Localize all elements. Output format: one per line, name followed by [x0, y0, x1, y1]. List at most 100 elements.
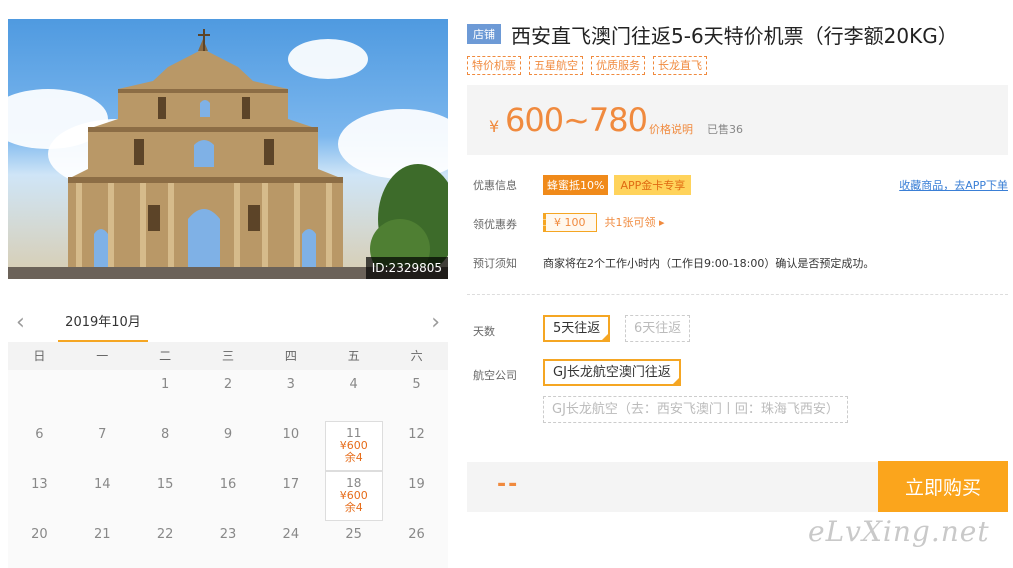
- calendar-day-number: 14: [93, 477, 111, 492]
- date-calendar: ‹ 2019年10月 › 日 一 二 三 四 五 六 1 2 3 4 5 6 7 8 9 10 11…: [8, 305, 448, 568]
- calendar-day-cell[interactable]: 21: [71, 520, 134, 568]
- notice-text: 商家将在2个工作小时内（工作日9:00-18:00）确认是否预定成功。: [543, 257, 875, 270]
- weekday-label: 四: [284, 349, 297, 363]
- weekday-label: 日: [33, 349, 46, 363]
- photo-id-badge: ID:2329805: [365, 257, 448, 279]
- airline-label: 航空公司: [473, 369, 517, 382]
- calendar-day-number: 1: [160, 377, 170, 392]
- calendar-day-number: 15: [156, 477, 174, 492]
- ruins-facade-illustration: [8, 29, 448, 279]
- info-section: 优惠信息 蜂蜜抵10% APP金卡专享 收藏商品，去APP下单 领优惠券 ¥ 10…: [467, 175, 1008, 294]
- calendar-day-number: 25: [345, 527, 362, 542]
- coupon-count-link[interactable]: 共1张可领 ▸: [605, 216, 665, 229]
- calendar-day-cell[interactable]: 14: [71, 470, 134, 520]
- calendar-day-number: 23: [219, 527, 237, 542]
- calendar-day-number: 7: [98, 427, 107, 442]
- calendar-day-cell[interactable]: 15: [134, 470, 197, 520]
- discount-label: 优惠信息: [473, 179, 517, 192]
- calendar-day-number: 24: [282, 527, 300, 542]
- option-airline-macau-roundtrip[interactable]: GJ长龙航空澳门往返: [543, 359, 681, 386]
- price-range: 600~780: [505, 101, 648, 139]
- calendar-day-number: 19: [408, 477, 425, 492]
- product-tags: 特价机票 五星航空 优质服务 长龙直飞: [467, 56, 1008, 75]
- notice-label: 预订须知: [473, 257, 517, 270]
- price-explain-link[interactable]: 价格说明: [649, 121, 693, 137]
- calendar-day-number: 11: [346, 426, 362, 440]
- calendar-day-number: 21: [93, 527, 111, 542]
- price-box: ¥ 600~780 价格说明 已售36: [467, 85, 1008, 155]
- coupon-ticket[interactable]: ¥ 100: [543, 213, 597, 232]
- weekday-label: 一: [96, 349, 109, 363]
- product-title: 西安直飞澳门往返5-6天特价机票（行李额20KG）: [511, 23, 958, 48]
- calendar-day-number: 4: [349, 377, 358, 392]
- total-price: --: [497, 472, 520, 497]
- calendar-day-number: 17: [282, 477, 300, 492]
- calendar-day-cell[interactable]: 3: [259, 370, 322, 420]
- calendar-day-number: 6: [35, 427, 44, 442]
- product-tag: 长龙直飞: [653, 56, 707, 75]
- buy-now-button[interactable]: 立即购买: [878, 461, 1008, 512]
- calendar-day-cell[interactable]: 20: [8, 520, 71, 568]
- options-section: 天数 5天往返 6天往返 航空公司 GJ长龙航空澳门往返 GJ长龙航空（去：西安…: [467, 315, 1008, 430]
- calendar-day-number: 3: [286, 377, 295, 392]
- favorite-link[interactable]: 收藏商品，去APP下单: [899, 177, 1008, 193]
- chevron-right-icon[interactable]: ›: [431, 312, 440, 334]
- calendar-day-number: 8: [160, 427, 170, 442]
- calendar-day-number: 9: [223, 427, 233, 442]
- chevron-left-icon[interactable]: ‹: [16, 312, 25, 334]
- calendar-day-cell[interactable]: 11 ¥600 余4: [324, 421, 383, 471]
- calendar-day-cell[interactable]: 7: [71, 420, 134, 470]
- calendar-day-number: 18: [346, 476, 362, 490]
- calendar-day-number: 16: [219, 477, 237, 492]
- calendar-day-cell[interactable]: 16: [197, 470, 260, 520]
- calendar-day-cell[interactable]: 22: [134, 520, 197, 568]
- price-currency: ¥: [489, 117, 500, 136]
- calendar-day-cell[interactable]: 23: [197, 520, 260, 568]
- calendar-day-cell[interactable]: 18 ¥600 余4: [324, 471, 383, 521]
- product-info-panel: 店铺 西安直飞澳门往返5-6天特价机票（行李额20KG） 特价机票 五星航空 优…: [467, 19, 1008, 430]
- calendar-day-cell[interactable]: 8: [134, 420, 197, 470]
- calendar-grid: 1 2 3 4 5 6 7 8 9 10 11 ¥600 余4 12 13 14 15 16 17 18 ¥600 余4 1…: [8, 370, 448, 568]
- calendar-day-number: 5: [412, 377, 421, 392]
- app-badge: APP金卡专享: [614, 175, 692, 195]
- coupon-label: 领优惠券: [473, 218, 517, 231]
- weekday-label: 六: [410, 349, 423, 363]
- calendar-day-cell[interactable]: 5: [385, 370, 448, 420]
- calendar-day-number: 2: [223, 377, 233, 392]
- calendar-day-number: 22: [156, 527, 174, 542]
- calendar-day-cell[interactable]: 6: [8, 420, 71, 470]
- option-5-days[interactable]: 5天往返: [543, 315, 611, 342]
- calendar-day-cell[interactable]: 12: [385, 420, 448, 470]
- product-photo: ID:2329805: [8, 19, 448, 279]
- calendar-day-cell[interactable]: 24: [259, 520, 322, 568]
- calendar-day-remaining: 余4: [344, 451, 363, 464]
- weekday-label: 五: [347, 349, 360, 363]
- calendar-day-cell[interactable]: 2: [197, 370, 260, 420]
- weekday-label: 三: [222, 349, 235, 363]
- calendar-day-cell[interactable]: 17: [259, 470, 322, 520]
- calendar-day-cell[interactable]: 1: [134, 370, 197, 420]
- calendar-day-number: 20: [31, 527, 48, 542]
- option-6-days[interactable]: 6天往返: [625, 315, 691, 342]
- product-tag: 特价机票: [467, 56, 521, 75]
- calendar-day-cell[interactable]: 10: [259, 420, 322, 470]
- calendar-day-number: 13: [31, 477, 48, 492]
- buy-bar: -- 立即购买: [467, 461, 1008, 512]
- days-label: 天数: [473, 325, 495, 338]
- calendar-day-cell[interactable]: 9: [197, 420, 260, 470]
- calendar-month-tab[interactable]: 2019年10月: [58, 313, 148, 343]
- calendar-day-remaining: 余4: [344, 501, 363, 514]
- weekday-label: 二: [159, 349, 172, 363]
- calendar-day-number: 12: [408, 427, 425, 442]
- calendar-day-cell[interactable]: 26: [385, 520, 448, 568]
- calendar-day-number: 10: [282, 427, 300, 442]
- weekday-header: 日 一 二 三 四 五 六: [8, 342, 448, 370]
- section-divider: [467, 294, 1008, 295]
- calendar-day-cell[interactable]: 25: [322, 520, 385, 568]
- calendar-day-cell[interactable]: 13: [8, 470, 71, 520]
- calendar-day-cell[interactable]: 19: [385, 470, 448, 520]
- option-airline-split-route[interactable]: GJ长龙航空（去：西安飞澳门丨回：珠海飞西安）: [543, 396, 848, 423]
- calendar-day-cell[interactable]: 4: [322, 370, 385, 420]
- product-tag: 五星航空: [529, 56, 583, 75]
- shop-badge[interactable]: 店铺: [467, 24, 501, 44]
